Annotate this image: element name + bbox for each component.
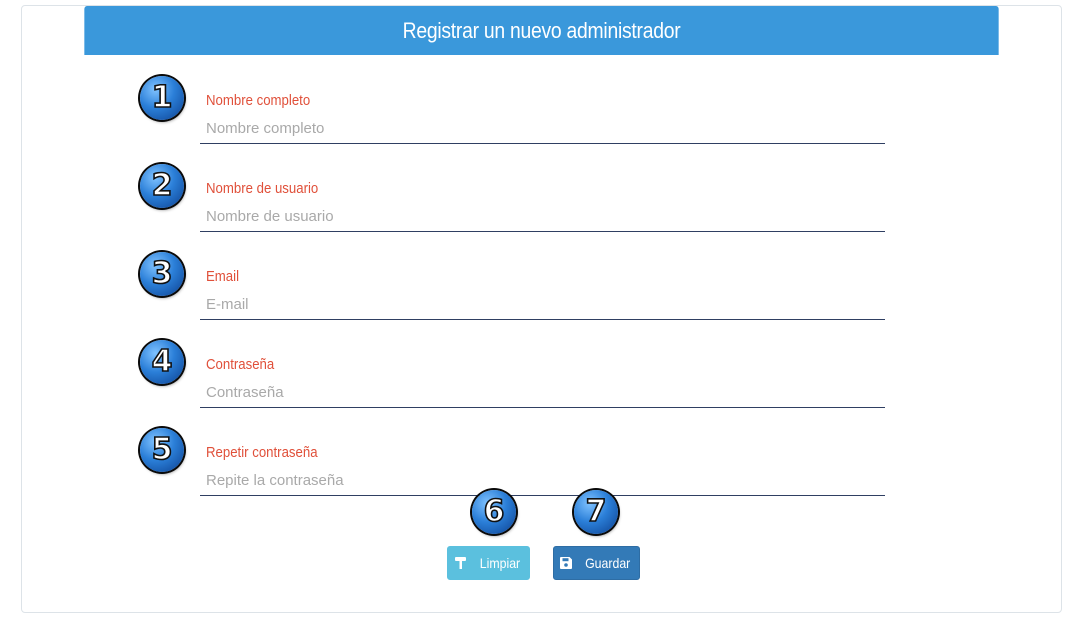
step-badge-5: 5	[140, 428, 184, 472]
repeat-password-label: Repetir contraseña	[206, 444, 318, 461]
email-label: Email	[206, 268, 240, 285]
email-input[interactable]	[200, 290, 885, 320]
step-badge-1: 1	[140, 76, 184, 120]
username-label: Nombre de usuario	[206, 180, 319, 197]
email-field-group: Email	[200, 264, 885, 342]
step-badge-4: 4	[140, 340, 184, 384]
repeat-password-input[interactable]	[200, 466, 885, 496]
panel-title: Registrar un nuevo administrador	[84, 6, 999, 55]
username-input[interactable]	[200, 202, 885, 232]
register-admin-panel: Registrar un nuevo administrador 1 Nombr…	[21, 5, 1062, 613]
password-field-group: Contraseña	[200, 352, 885, 430]
password-input[interactable]	[200, 378, 885, 408]
password-label: Contraseña	[206, 356, 275, 373]
step-badge-7: 7	[574, 490, 618, 534]
paint-roller-icon	[454, 557, 467, 569]
full-name-label: Nombre completo	[206, 92, 311, 109]
save-button[interactable]: Guardar	[553, 546, 640, 580]
floppy-disk-icon	[559, 557, 572, 569]
clear-button[interactable]: Limpiar	[447, 546, 530, 580]
username-field-group: Nombre de usuario	[200, 176, 885, 254]
full-name-field-group: Nombre completo	[200, 88, 885, 166]
full-name-input[interactable]	[200, 114, 885, 144]
step-badge-3: 3	[140, 252, 184, 296]
step-badge-2: 2	[140, 164, 184, 208]
repeat-password-field-group: Repetir contraseña	[200, 440, 885, 518]
clear-button-label: Limpiar	[479, 555, 520, 571]
save-button-label: Guardar	[584, 555, 631, 571]
step-badge-6: 6	[472, 490, 516, 534]
